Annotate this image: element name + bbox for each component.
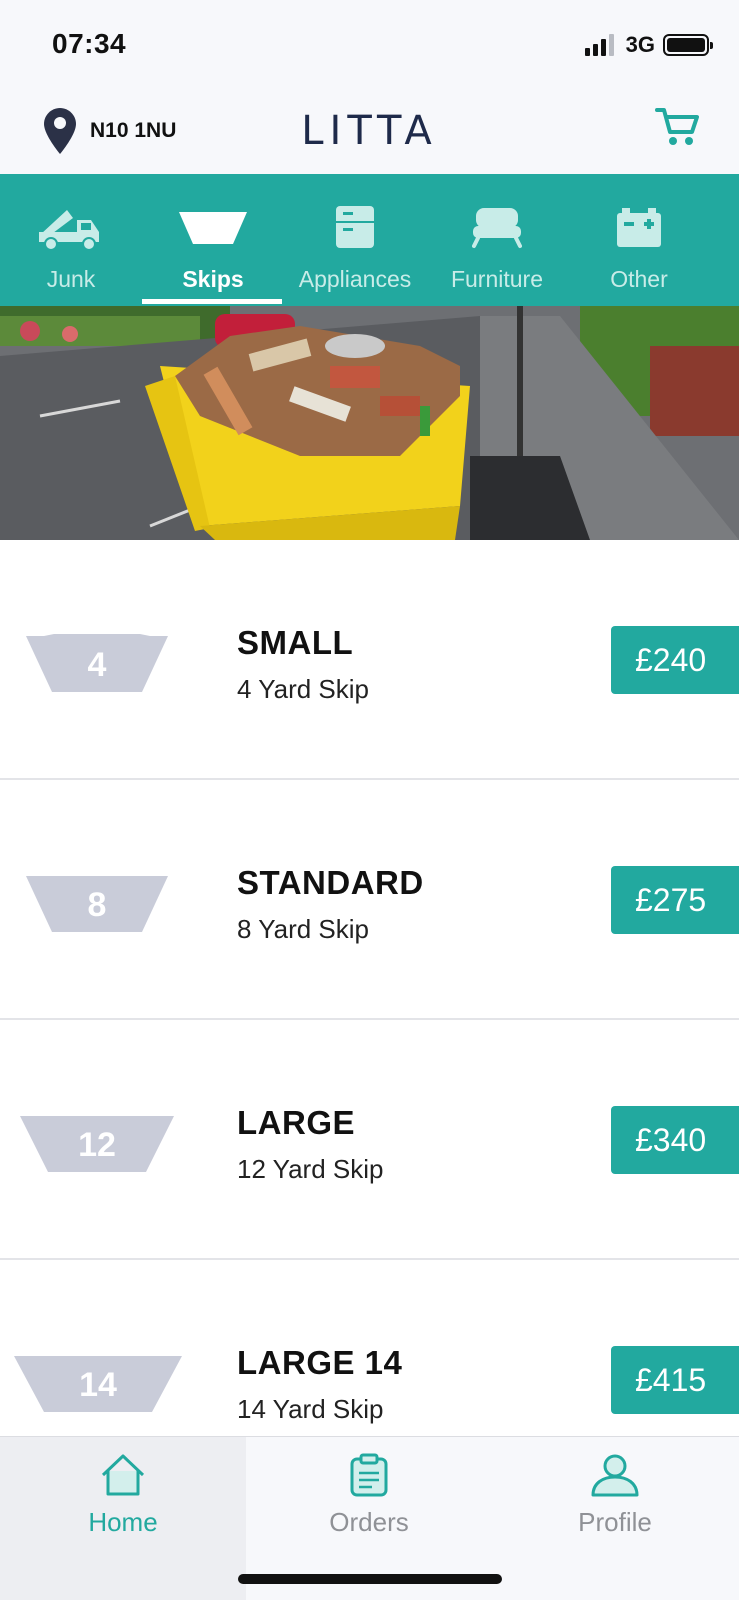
hero-skip-image xyxy=(0,306,739,540)
skip-description: 12 Yard Skip xyxy=(237,1154,384,1184)
signal-icon xyxy=(584,34,614,56)
skip-row-large[interactable]: 12 LARGE 12 Yard Skip £340 xyxy=(0,1020,739,1260)
status-time: 07:34 xyxy=(52,28,127,59)
tab-skips[interactable]: Skips xyxy=(142,174,284,306)
status-bar: 07:34 3G xyxy=(0,0,739,90)
skip-row-standard[interactable]: 8 STANDARD 8 Yard Skip £275 xyxy=(0,780,739,1020)
tab-appliances[interactable]: Appliances xyxy=(284,174,426,306)
sofa-icon xyxy=(472,208,522,248)
category-tabs: Junk Skips Appliances Furniture Other xyxy=(0,174,739,306)
nav-home[interactable]: Home xyxy=(0,1437,246,1600)
tab-label: Other xyxy=(610,266,668,292)
tab-label: Junk xyxy=(46,266,96,292)
app-header: N10 1NU LITTA xyxy=(0,90,739,174)
skip-size-badge: 12 xyxy=(20,1114,174,1174)
tab-label: Skips xyxy=(182,266,244,292)
skip-size-badge: 8 xyxy=(26,874,168,934)
price-button[interactable]: £340 xyxy=(611,1106,739,1174)
tab-label: Furniture xyxy=(450,266,544,292)
network-type: 3G xyxy=(625,32,655,57)
price-button[interactable]: £240 xyxy=(611,626,739,694)
skip-list: 4 SMALL 4 Yard Skip £240 8 STANDARD 8 Ya… xyxy=(0,540,739,1500)
skip-name: STANDARD xyxy=(237,864,424,901)
skip-name: LARGE 14 xyxy=(237,1344,403,1381)
tab-junk[interactable]: Junk xyxy=(0,174,142,306)
nav-label: Profile xyxy=(578,1507,652,1537)
truck-icon xyxy=(39,210,99,251)
skip-icon xyxy=(179,212,247,244)
price-button[interactable]: £415 xyxy=(611,1346,739,1414)
battery-icon xyxy=(663,34,713,56)
nav-profile[interactable]: Profile xyxy=(492,1437,738,1600)
person-icon xyxy=(591,1454,639,1497)
skip-size-number: 12 xyxy=(78,1126,116,1164)
skip-size-number: 14 xyxy=(79,1366,117,1404)
status-indicators: 3G xyxy=(584,32,713,58)
skip-size-badge: 14 xyxy=(14,1354,182,1414)
skip-name: LARGE xyxy=(237,1104,355,1141)
tab-label: Appliances xyxy=(298,266,412,292)
nav-label: Home xyxy=(88,1507,158,1537)
skip-name: SMALL xyxy=(237,624,354,661)
cart-button[interactable] xyxy=(655,106,699,153)
skip-description: 14 Yard Skip xyxy=(237,1394,384,1424)
home-icon xyxy=(101,1454,145,1496)
cart-icon xyxy=(655,108,699,145)
price-button[interactable]: £275 xyxy=(611,866,739,934)
skip-size-number: 8 xyxy=(87,886,107,924)
battery-icon xyxy=(617,208,661,247)
skip-size-number: 4 xyxy=(87,646,107,684)
home-indicator xyxy=(238,1574,502,1584)
tab-other[interactable]: Other xyxy=(568,174,710,306)
nav-label: Orders xyxy=(329,1507,409,1537)
skip-size-badge: 4 xyxy=(26,634,168,694)
fridge-icon xyxy=(336,206,374,248)
clipboard-icon xyxy=(350,1453,388,1497)
skip-row-small[interactable]: 4 SMALL 4 Yard Skip £240 xyxy=(0,540,739,780)
skip-description: 4 Yard Skip xyxy=(237,674,370,704)
brand-logo: LITTA xyxy=(301,108,438,154)
tab-furniture[interactable]: Furniture xyxy=(426,174,568,306)
skip-description: 8 Yard Skip xyxy=(237,914,370,944)
